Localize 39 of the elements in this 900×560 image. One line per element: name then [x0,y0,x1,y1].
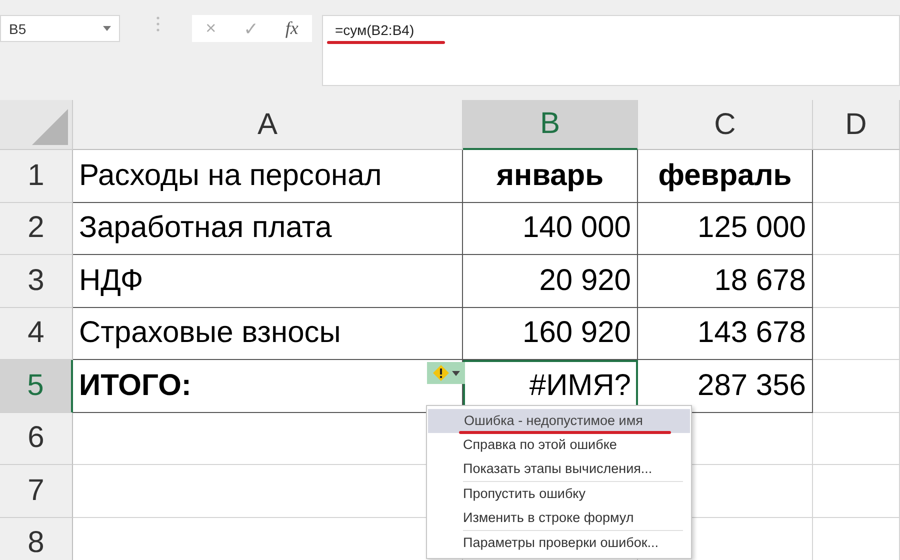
grip-icon [156,15,160,33]
menu-item[interactable]: Изменить в строке формул [427,506,691,530]
menu-item[interactable]: Ошибка - недопустимое имя [428,409,690,433]
table-cell: 125 000 [638,202,813,255]
column-header[interactable]: B [463,100,638,150]
menu-item[interactable]: Справка по этой ошибке [427,433,691,457]
table-cell: 18 678 [638,255,813,308]
table-cell: январь [463,150,638,202]
menu-item[interactable]: Пропустить ошибку [427,482,691,506]
column-header[interactable]: A [73,100,463,150]
menu-item[interactable]: Показать этапы вычисления... [427,457,691,481]
table-cell: февраль [638,150,813,202]
table-cell: 140 000 [463,202,638,255]
table-cell: НДФ [73,255,463,308]
name-box[interactable]: B5 [0,15,120,42]
table-cell: Страховые взносы [73,308,463,360]
formula-field[interactable]: =сум(B2:B4) [322,15,900,86]
error-options-button[interactable] [427,362,465,384]
row-header[interactable]: 4 [0,308,73,360]
caret-icon [452,370,460,376]
row-header[interactable]: 1 [0,150,73,202]
row-header[interactable]: 3 [0,255,73,308]
table-cell: 143 678 [638,308,813,360]
triangle-icon [32,109,68,145]
warning-icon [432,364,450,382]
table-cell: 160 920 [463,308,638,360]
row-header[interactable]: 8 [0,518,73,560]
insert-function-button[interactable]: fx [285,18,298,39]
caret-icon [103,26,111,31]
table-cell: Заработная плата [73,202,463,255]
row-header[interactable]: 5 [0,360,73,412]
table-cell: Расходы на персонал [73,150,463,202]
table-cell: 20 920 [463,255,638,308]
row-header[interactable]: 2 [0,202,73,255]
column-header[interactable]: D [813,100,900,150]
row-header[interactable]: 6 [0,412,73,465]
column-header[interactable]: C [638,100,813,150]
row-header[interactable]: 7 [0,465,73,518]
menu-item[interactable]: Параметры проверки ошибок... [427,531,691,555]
